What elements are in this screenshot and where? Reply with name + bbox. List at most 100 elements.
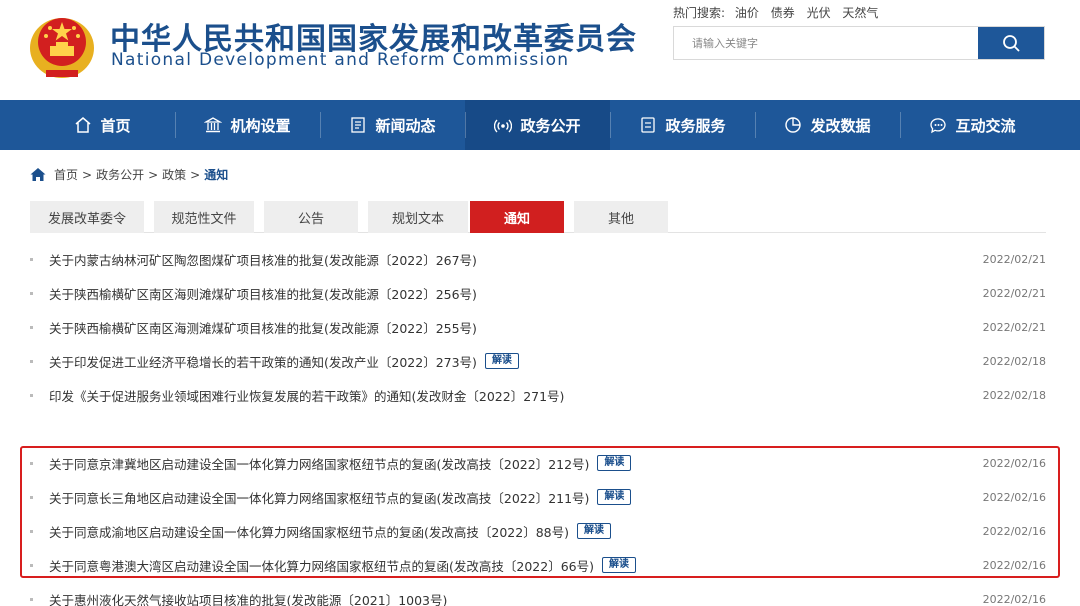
nav-item-data[interactable]: 发改数据 (755, 100, 900, 150)
list-item: 关于陕西榆横矿区南区海则滩煤矿项目核准的批复(发改能源〔2022〕256号) 2… (30, 278, 1046, 308)
list-item: 关于同意粤港澳大湾区启动建设全国一体化算力网络国家枢纽节点的复函(发改高技〔20… (30, 550, 1046, 580)
hot-search: 热门搜索: 油价 债券 光伏 天然气 (673, 4, 886, 21)
list-item-title[interactable]: 关于同意长三角地区启动建设全国一体化算力网络国家枢纽节点的复函(发改高技〔202… (49, 488, 632, 507)
bullet-dot (30, 394, 33, 397)
list-item-date: 2022/02/16 (982, 558, 1046, 572)
list-item: 关于内蒙古纳林河矿区陶忽图煤矿项目核准的批复(发改能源〔2022〕267号) 2… (30, 244, 1046, 274)
nav-item-label: 首页 (100, 116, 131, 135)
home-icon (75, 117, 91, 133)
breadcrumb-separator: > (82, 167, 93, 182)
broadcast-icon (494, 119, 513, 133)
list-item-title[interactable]: 关于陕西榆横矿区南区海测滩煤矿项目核准的批复(发改能源〔2022〕255号) (49, 318, 477, 337)
home-icon[interactable] (30, 167, 46, 182)
nav-item-home[interactable]: 首页 (30, 100, 175, 150)
list-item-date: 2022/02/21 (982, 286, 1046, 300)
nav-item-label: 机构设置 (230, 116, 291, 135)
hot-search-term[interactable]: 债券 (771, 6, 795, 20)
hot-search-term[interactable]: 天然气 (842, 6, 878, 20)
bullet-dot (30, 360, 33, 363)
nav-item-interaction[interactable]: 互动交流 (900, 100, 1045, 150)
breadcrumb: 首页 > 政务公开 > 政策 > 通知 (30, 166, 228, 183)
list-item-date: 2022/02/16 (982, 490, 1046, 504)
tab-planning-texts[interactable]: 规划文本 (368, 201, 468, 233)
list-item: 印发《关于促进服务业领域困难行业恢复发展的若干政策》的通知(发改财金〔2022〕… (30, 380, 1046, 410)
tab-other[interactable]: 其他 (574, 201, 668, 233)
list-item-date: 2022/02/16 (982, 524, 1046, 538)
list-item-title[interactable]: 关于内蒙古纳林河矿区陶忽图煤矿项目核准的批复(发改能源〔2022〕267号) (49, 250, 477, 269)
bullet-dot (30, 496, 33, 499)
search-button[interactable] (978, 27, 1044, 59)
interpretation-badge[interactable]: 解读 (597, 489, 632, 505)
breadcrumb-current: 通知 (204, 168, 229, 182)
list-item: 关于惠州液化天然气接收站项目核准的批复(发改能源〔2021〕1003号) 202… (30, 584, 1046, 606)
nav-item-label: 政务服务 (665, 116, 726, 135)
chat-icon (930, 118, 947, 134)
list-item-title-text[interactable]: 关于同意京津冀地区启动建设全国一体化算力网络国家枢纽节点的复函(发改高技〔202… (49, 454, 589, 473)
nav-item-label: 互动交流 (955, 116, 1016, 135)
breadcrumb-home[interactable]: 首页 (54, 166, 78, 183)
list-item-title-text[interactable]: 关于印发促进工业经济平稳增长的若干政策的通知(发改产业〔2022〕273号) (49, 352, 477, 371)
list-item-date: 2022/02/21 (982, 320, 1046, 334)
list-item-date: 2022/02/18 (982, 388, 1046, 402)
site-title-en[interactable]: National Development and Reform Commissi… (111, 50, 569, 70)
pie-chart-icon (785, 117, 802, 133)
list-item-title[interactable]: 关于印发促进工业经济平稳增长的若干政策的通知(发改产业〔2022〕273号) 解读 (49, 352, 519, 371)
list-item-title[interactable]: 关于同意粤港澳大湾区启动建设全国一体化算力网络国家枢纽节点的复函(发改高技〔20… (49, 556, 636, 575)
tab-notices[interactable]: 通知 (470, 201, 564, 233)
list-item: 关于印发促进工业经济平稳增长的若干政策的通知(发改产业〔2022〕273号) 解读… (30, 346, 1046, 376)
list-item-date: 2022/02/18 (982, 354, 1046, 368)
list-item-title[interactable]: 关于惠州液化天然气接收站项目核准的批复(发改能源〔2021〕1003号) (49, 590, 447, 606)
hot-search-term[interactable]: 光伏 (807, 6, 831, 20)
interpretation-badge[interactable]: 解读 (601, 557, 636, 573)
list-item-title-text[interactable]: 关于同意粤港澳大湾区启动建设全国一体化算力网络国家枢纽节点的复函(发改高技〔20… (49, 556, 594, 575)
list-item-title[interactable]: 关于陕西榆横矿区南区海则滩煤矿项目核准的批复(发改能源〔2022〕256号) (49, 284, 477, 303)
list-item-title-text[interactable]: 关于同意成渝地区启动建设全国一体化算力网络国家枢纽节点的复函(发改高技〔2022… (49, 522, 569, 541)
interpretation-badge[interactable]: 解读 (576, 523, 611, 539)
nav-item-government-affairs[interactable]: 政务公开 (465, 100, 610, 150)
bullet-dot (30, 564, 33, 567)
main-nav: 首页 机构设置 新闻动态 政务公开 政务服务 发改数据 互动交流 (0, 100, 1080, 150)
breadcrumb-government-affairs[interactable]: 政务公开 (96, 166, 144, 183)
national-emblem-icon[interactable] (28, 8, 96, 80)
tab-commission-orders[interactable]: 发展改革委令 (30, 201, 144, 233)
list-item-title-text[interactable]: 印发《关于促进服务业领域困难行业恢复发展的若干政策》的通知(发改财金〔2022〕… (49, 386, 564, 405)
list-item-date: 2022/02/16 (982, 456, 1046, 470)
list-item-date: 2022/02/21 (982, 252, 1046, 266)
search-input[interactable] (674, 27, 978, 59)
category-tabs: 发展改革委令 规范性文件 公告 规划文本 通知 其他 (30, 201, 1046, 233)
nav-item-organization[interactable]: 机构设置 (175, 100, 320, 150)
nav-item-services[interactable]: 政务服务 (610, 100, 755, 150)
list-item-title[interactable]: 关于同意京津冀地区启动建设全国一体化算力网络国家枢纽节点的复函(发改高技〔202… (49, 454, 632, 473)
tab-normative-documents[interactable]: 规范性文件 (154, 201, 254, 233)
bullet-dot (30, 598, 33, 601)
search-icon (1003, 35, 1020, 52)
bullet-dot (30, 258, 33, 261)
interpretation-badge[interactable]: 解读 (597, 455, 632, 471)
list-item-title[interactable]: 印发《关于促进服务业领域困难行业恢复发展的若干政策》的通知(发改财金〔2022〕… (49, 386, 564, 405)
nav-item-news[interactable]: 新闻动态 (320, 100, 465, 150)
breadcrumb-separator: > (190, 167, 201, 182)
breadcrumb-separator: > (148, 167, 159, 182)
service-icon (641, 117, 656, 133)
site-header: 中华人民共和国国家发展和改革委员会 National Development a… (0, 0, 1080, 100)
list-item-title-text[interactable]: 关于内蒙古纳林河矿区陶忽图煤矿项目核准的批复(发改能源〔2022〕267号) (49, 250, 477, 269)
list-item: 关于同意京津冀地区启动建设全国一体化算力网络国家枢纽节点的复函(发改高技〔202… (30, 448, 1046, 478)
bullet-dot (30, 326, 33, 329)
news-icon (351, 117, 366, 133)
list-item-title-text[interactable]: 关于同意长三角地区启动建设全国一体化算力网络国家枢纽节点的复函(发改高技〔202… (49, 488, 589, 507)
nav-item-label: 政务公开 (520, 116, 581, 135)
list-item: 关于同意成渝地区启动建设全国一体化算力网络国家枢纽节点的复函(发改高技〔2022… (30, 516, 1046, 546)
bullet-dot (30, 462, 33, 465)
bullet-dot (30, 292, 33, 295)
list-item-date: 2022/02/16 (982, 592, 1046, 606)
list-item-title-text[interactable]: 关于陕西榆横矿区南区海则滩煤矿项目核准的批复(发改能源〔2022〕256号) (49, 284, 477, 303)
nav-item-label: 新闻动态 (375, 116, 436, 135)
list-item-title-text[interactable]: 关于惠州液化天然气接收站项目核准的批复(发改能源〔2021〕1003号) (49, 590, 447, 606)
list-item-title-text[interactable]: 关于陕西榆横矿区南区海测滩煤矿项目核准的批复(发改能源〔2022〕255号) (49, 318, 477, 337)
hot-search-term[interactable]: 油价 (735, 6, 759, 20)
list-item-title[interactable]: 关于同意成渝地区启动建设全国一体化算力网络国家枢纽节点的复函(发改高技〔2022… (49, 522, 611, 541)
search-box (673, 26, 1045, 60)
tab-announcements[interactable]: 公告 (264, 201, 358, 233)
interpretation-badge[interactable]: 解读 (484, 353, 519, 369)
breadcrumb-policy[interactable]: 政策 (162, 166, 186, 183)
